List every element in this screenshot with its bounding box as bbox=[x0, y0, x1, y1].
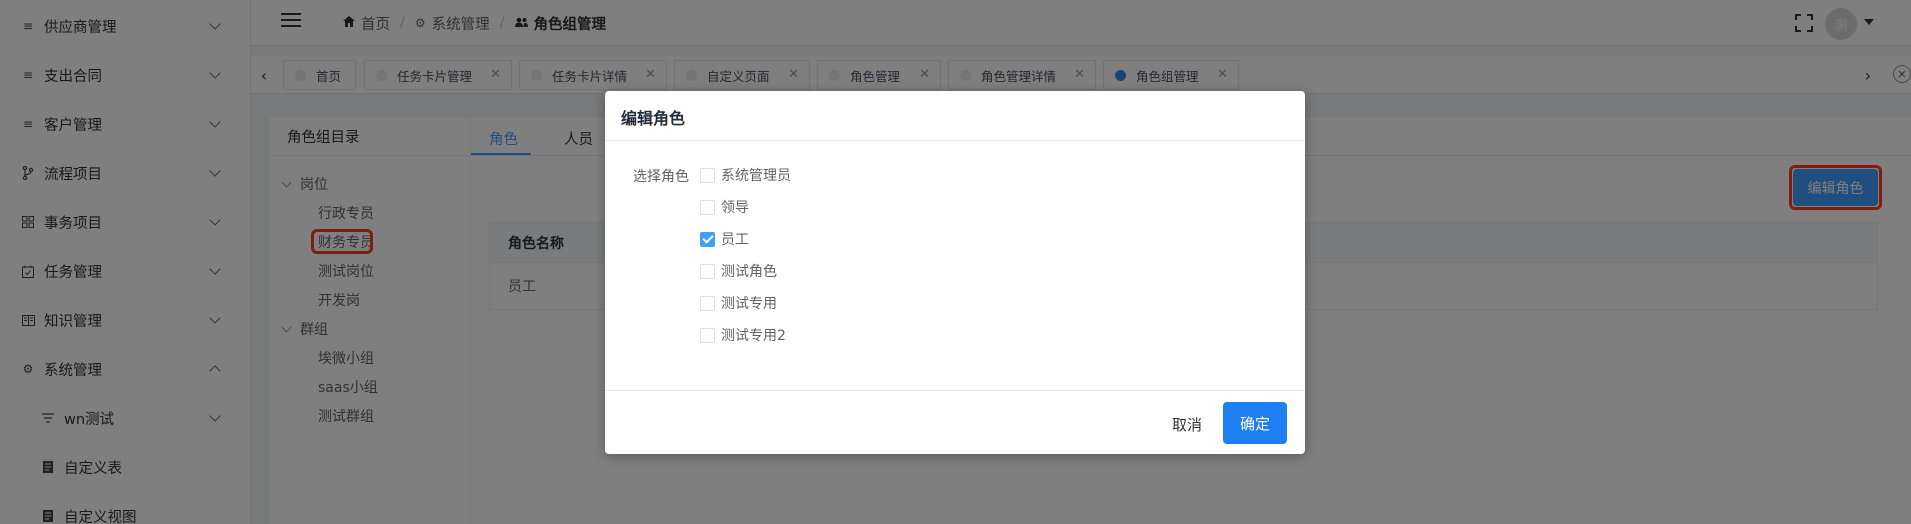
checkbox-checked[interactable] bbox=[700, 231, 715, 247]
edit-role-dialog: 编辑角色 选择角色 系统管理员 领导 员工 测试角色 测试专用 测试专用2 取消… bbox=[605, 91, 1305, 454]
role-option-leader[interactable]: 领导 bbox=[700, 197, 749, 217]
cancel-button[interactable]: 取消 bbox=[1160, 404, 1214, 444]
role-option-test-dedicated[interactable]: 测试专用 bbox=[700, 293, 777, 313]
checkbox[interactable] bbox=[700, 199, 715, 215]
checkbox[interactable] bbox=[700, 167, 715, 183]
role-option-test-role[interactable]: 测试角色 bbox=[700, 261, 777, 281]
checkbox[interactable] bbox=[700, 327, 715, 343]
role-option-admin[interactable]: 系统管理员 bbox=[700, 165, 791, 185]
select-role-label: 选择角色 bbox=[633, 169, 689, 185]
checkbox[interactable] bbox=[700, 295, 715, 311]
role-option-employee[interactable]: 员工 bbox=[700, 229, 749, 249]
checkbox[interactable] bbox=[700, 263, 715, 279]
dialog-title: 编辑角色 bbox=[621, 109, 686, 128]
confirm-button[interactable]: 确定 bbox=[1223, 402, 1287, 444]
role-option-test-dedicated-2[interactable]: 测试专用2 bbox=[700, 325, 786, 345]
